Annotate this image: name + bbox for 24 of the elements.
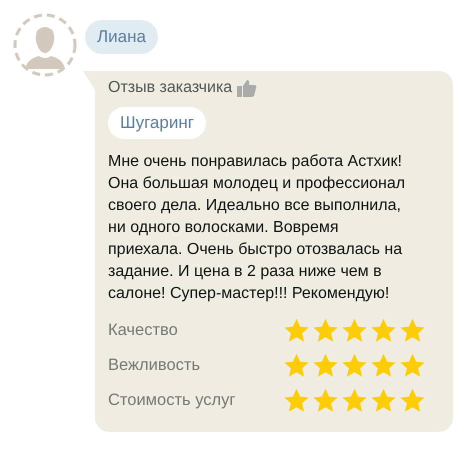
star-icon — [399, 317, 426, 344]
rating-label: Стоимость услуг — [108, 391, 236, 410]
star-icon — [341, 352, 368, 379]
star-icon — [341, 387, 368, 414]
author-name: Лиана — [85, 20, 158, 54]
star-icon — [370, 352, 397, 379]
review-heading: Отзыв заказчика — [108, 79, 232, 97]
star-icon — [312, 387, 339, 414]
star-icon — [370, 387, 397, 414]
service-tag: Шугаринг — [108, 107, 206, 139]
star-icon — [312, 317, 339, 344]
star-icon — [283, 387, 310, 414]
avatar-icon — [13, 13, 77, 77]
star-icon — [283, 352, 310, 379]
thumbs-up-icon — [237, 79, 258, 97]
rating-label: Качество — [108, 321, 178, 340]
review-text: Мне очень понравилась работа Астхик! Она большая молодец и профессионал своего дела. Идеально все выполнила, ни одного волосками. Вовремя приехала. Очень быстро отозвалась на задание. И цена в 2 раза ниже чем в салоне! Супер-мастер!!! Рекомендую! — [108, 152, 406, 304]
star-icon — [370, 317, 397, 344]
star-icon — [283, 317, 310, 344]
star-icon — [399, 352, 426, 379]
star-icon — [341, 317, 368, 344]
star-icon — [399, 387, 426, 414]
star-icon — [312, 352, 339, 379]
rating-label: Вежливость — [108, 356, 200, 375]
